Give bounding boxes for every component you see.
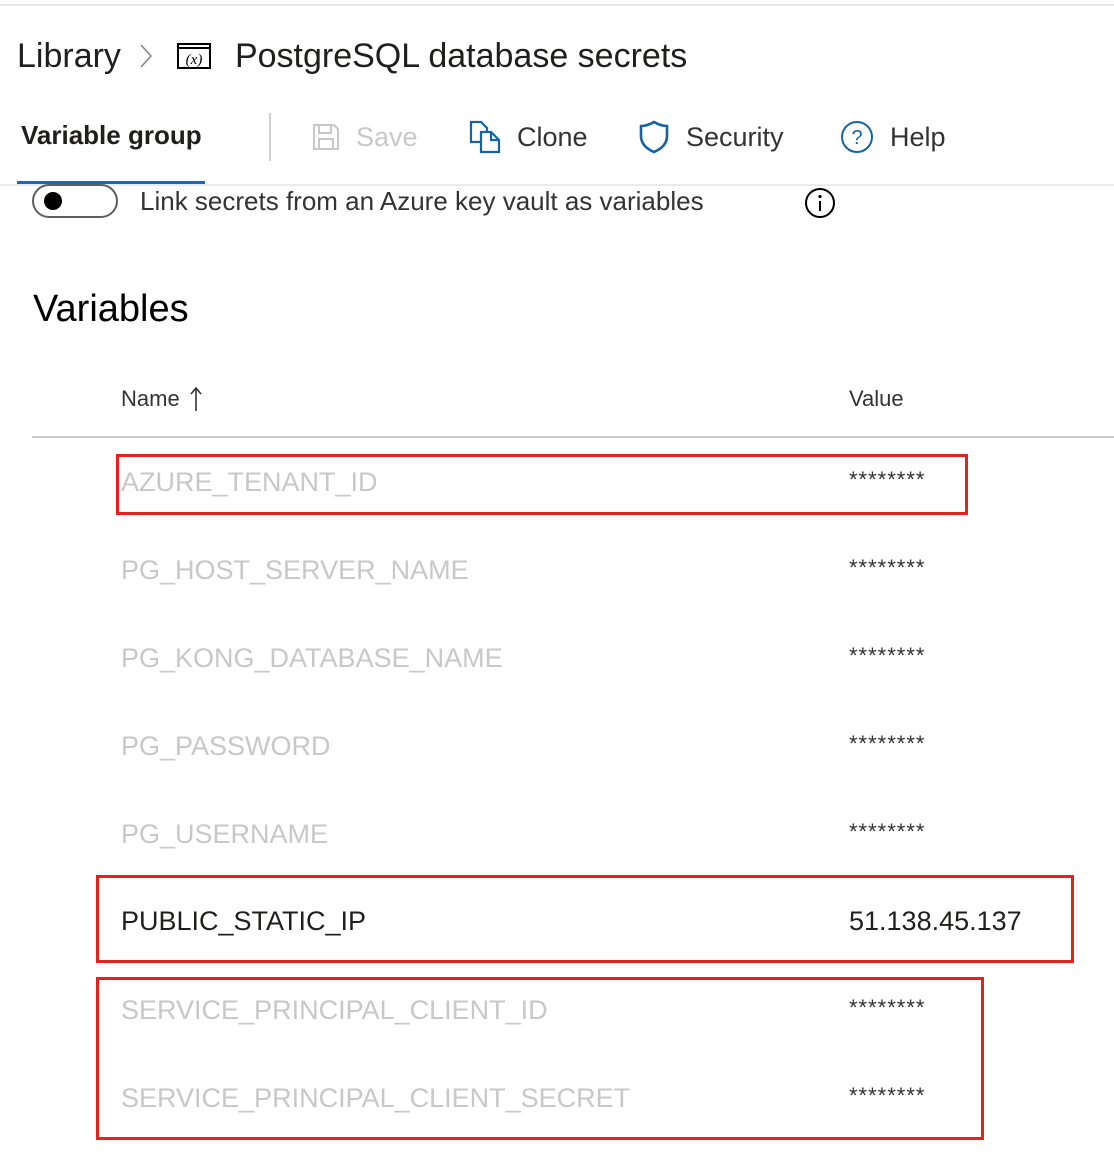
variable-row[interactable]: PG_USERNAME ******** [121,819,1081,859]
variable-name: SERVICE_PRINCIPAL_CLIENT_ID [121,995,548,1025]
variable-value-masked: ******** [849,731,926,756]
variable-row[interactable]: SERVICE_PRINCIPAL_CLIENT_SECRET ******** [121,1083,1081,1123]
variable-name: SERVICE_PRINCIPAL_CLIENT_SECRET [121,1083,631,1113]
variable-value-masked: ******** [849,819,926,844]
top-divider [0,4,1114,6]
save-label: Save [356,121,418,152]
variable-name: PUBLIC_STATIC_IP [121,906,367,936]
security-button[interactable]: Security [638,120,784,154]
variable-group-icon: (x) [176,43,211,69]
name-column-label: Name [121,386,180,411]
key-vault-toggle[interactable] [32,184,118,218]
clone-button[interactable]: Clone [469,120,588,154]
security-label: Security [686,121,784,152]
variable-value-masked: ******** [849,643,926,668]
help-label: Help [890,121,946,152]
key-vault-toggle-row: Link secrets from an Azure key vault as … [32,182,704,220]
variable-value-masked: ******** [849,467,926,492]
toggle-knob [44,192,62,210]
name-column-header[interactable]: Name [121,386,202,412]
variable-name: PG_KONG_DATABASE_NAME [121,643,503,673]
svg-text:(x): (x) [186,52,203,68]
shield-icon [639,120,669,154]
variable-name: PG_USERNAME [121,819,329,849]
variable-value-masked: ******** [849,995,926,1020]
key-vault-toggle-label: Link secrets from an Azure key vault as … [140,185,704,216]
table-header-divider [32,436,1114,438]
value-column-header[interactable]: Value [849,386,904,412]
variable-value: 51.138.45.137 [849,906,1022,936]
breadcrumb-library-link[interactable]: Library [17,37,121,76]
variable-name: PG_PASSWORD [121,731,331,761]
chevron-right-icon [139,33,157,79]
variable-value-masked: ******** [849,555,926,580]
clone-label: Clone [517,121,588,152]
toolbar: Variable group Save Clone Security ? Hel… [0,108,1114,185]
page-title: PostgreSQL database secrets [234,36,688,75]
variable-row[interactable]: PUBLIC_STATIC_IP 51.138.45.137 [121,906,1081,946]
toolbar-divider [269,113,271,161]
variable-row[interactable]: PG_PASSWORD ******** [121,731,1081,771]
tab-variable-group[interactable]: Variable group [21,120,202,151]
variables-heading: Variables [33,288,189,330]
variable-name: PG_HOST_SERVER_NAME [121,555,469,585]
value-column-label: Value [849,386,904,411]
help-button[interactable]: ? Help [840,120,946,154]
variable-row[interactable]: PG_KONG_DATABASE_NAME ******** [121,643,1081,683]
info-icon[interactable] [804,187,836,219]
help-icon: ? [841,121,873,153]
svg-text:?: ? [851,127,862,149]
variable-row[interactable]: PG_HOST_SERVER_NAME ******** [121,555,1081,595]
clone-icon [469,120,501,154]
variable-value-masked: ******** [849,1083,926,1108]
save-button[interactable]: Save [312,120,418,154]
variable-name: AZURE_TENANT_ID [121,467,378,497]
variable-row[interactable]: SERVICE_PRINCIPAL_CLIENT_ID ******** [121,995,1081,1035]
variable-row[interactable]: AZURE_TENANT_ID ******** [121,467,1081,507]
sort-ascending-icon [190,386,202,411]
save-icon [313,124,339,150]
breadcrumb: Library (x) PostgreSQL database secrets [17,33,687,79]
